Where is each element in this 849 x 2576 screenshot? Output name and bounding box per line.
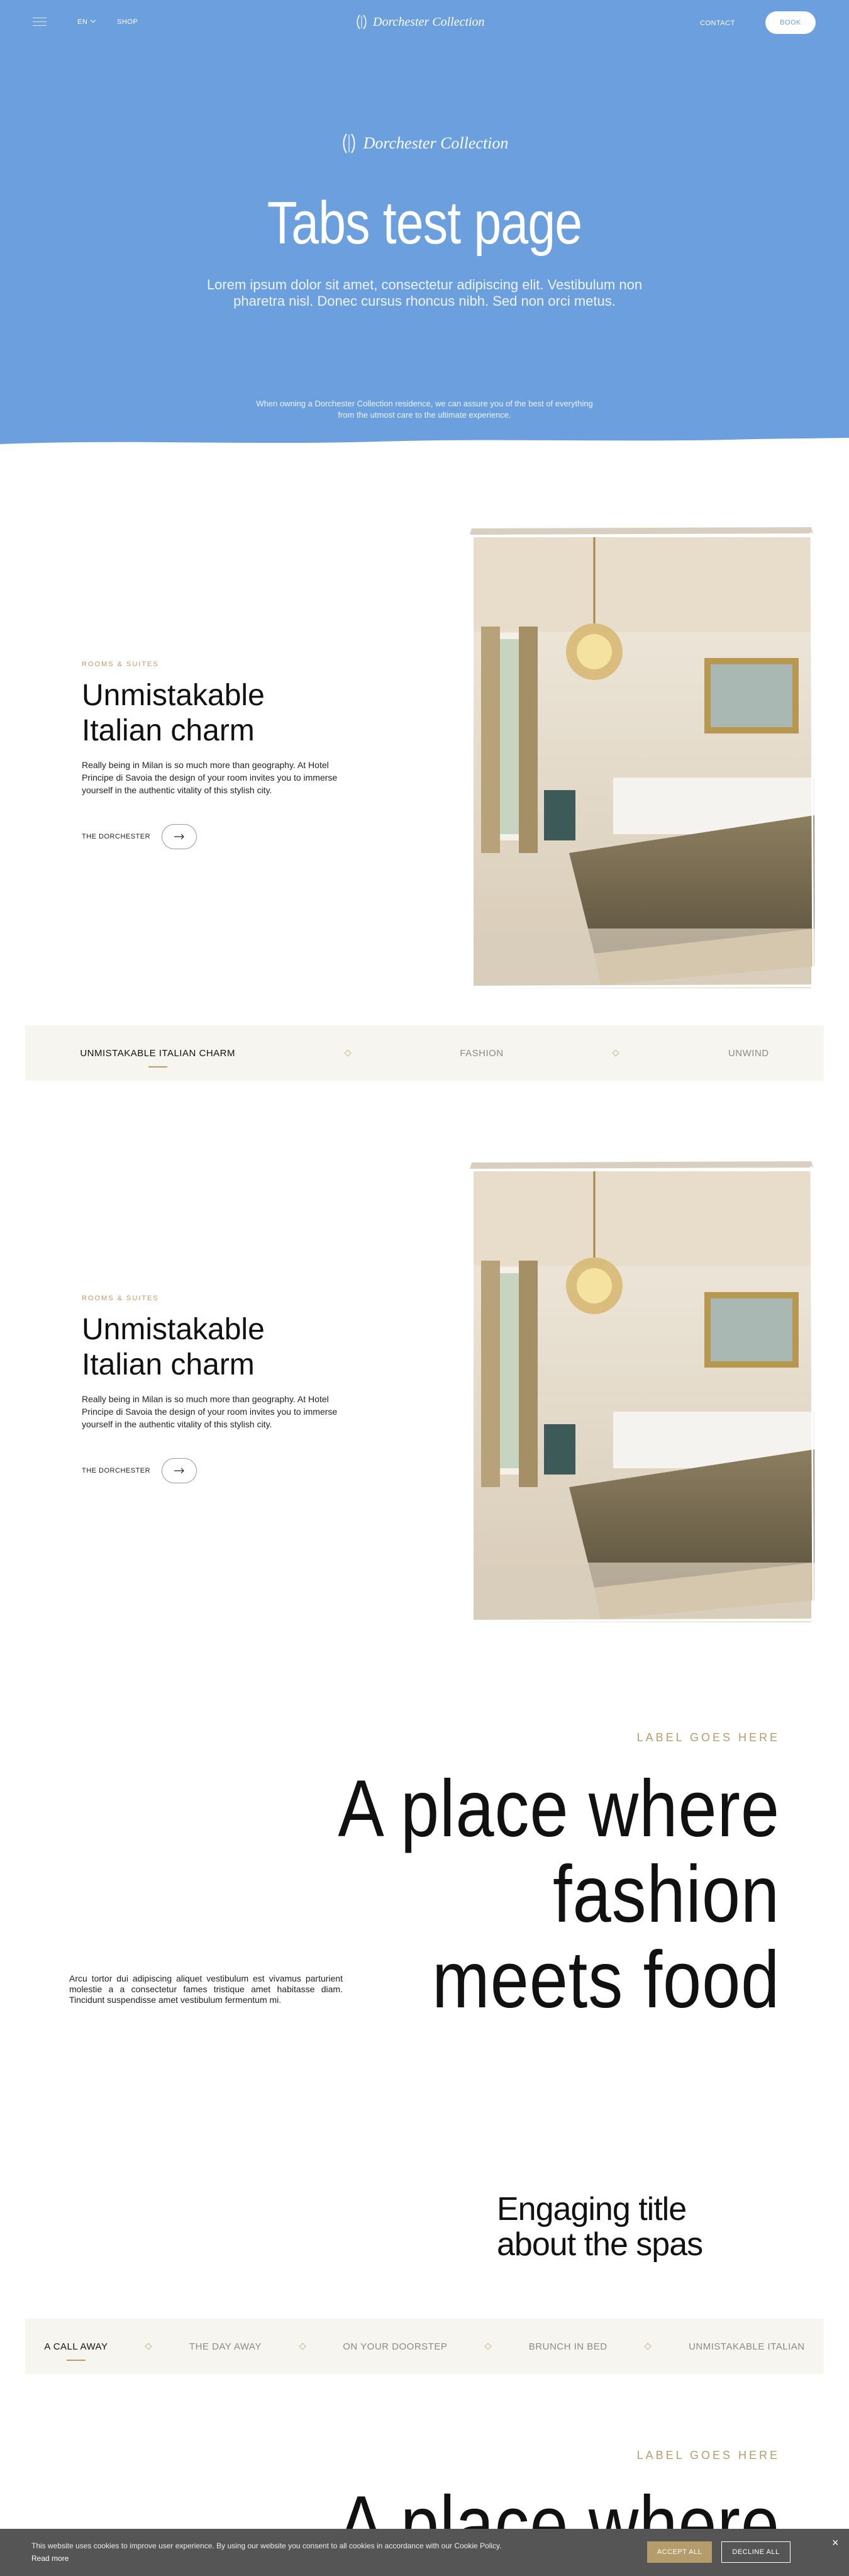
room-title-line-2: Italian charm bbox=[82, 1348, 255, 1381]
hero-brand-logo: Dorchester Collection bbox=[330, 131, 519, 156]
diamond-separator-icon bbox=[612, 1049, 619, 1057]
arrow-right-icon bbox=[174, 834, 184, 840]
room-text: Really being in Milan is so much more th… bbox=[82, 760, 338, 795]
spa-title-line-1: Engaging title bbox=[497, 2191, 687, 2228]
spa-title: Engaging title about the spas bbox=[497, 2191, 703, 2263]
tab-bar-2: A CALL AWAY THE DAY AWAY ON YOUR DOORSTE… bbox=[25, 2319, 824, 2374]
room-eyebrow: ROOMS & SUITES bbox=[82, 661, 159, 668]
tab-fashion[interactable]: FASHION bbox=[460, 1048, 503, 1059]
room-title-line-1: Unmistakable bbox=[82, 1313, 265, 1346]
chevron-down-icon bbox=[91, 17, 96, 23]
room-title-line-2: Italian charm bbox=[82, 714, 255, 747]
tab-the-day-away[interactable]: THE DAY AWAY bbox=[189, 2341, 262, 2352]
tab-unmistakable-italian[interactable]: UNMISTAKABLE ITALIAN bbox=[689, 2341, 805, 2352]
room-link[interactable]: THE DORCHESTER bbox=[82, 1458, 197, 1483]
tab-brunch-in-bed[interactable]: BRUNCH IN BED bbox=[529, 2341, 608, 2352]
room-image bbox=[469, 1160, 814, 1625]
language-label: EN bbox=[77, 18, 88, 26]
tab-unmistakable-italian-charm[interactable]: UNMISTAKABLE ITALIAN CHARM bbox=[80, 1048, 235, 1068]
room-section-1: ROOMS & SUITES Unmistakable Italian char… bbox=[0, 516, 849, 1006]
hero-note: When owning a Dorchester Collection resi… bbox=[256, 399, 593, 420]
logo-mark-icon bbox=[343, 133, 355, 153]
page-title: Tabs test page bbox=[267, 189, 582, 257]
tab-on-your-doorstep[interactable]: ON YOUR DOORSTEP bbox=[343, 2341, 447, 2352]
room-section-2: ROOMS & SUITES Unmistakable Italian char… bbox=[0, 1150, 849, 1641]
hamburger-menu-icon[interactable] bbox=[33, 18, 47, 26]
diamond-separator-icon bbox=[298, 2343, 306, 2350]
spa-title-line-2: about the spas bbox=[497, 2226, 703, 2263]
room-image bbox=[469, 526, 814, 991]
cookie-banner: This website uses cookies to improve use… bbox=[0, 2529, 849, 2576]
room-title: Unmistakable Italian charm bbox=[82, 1312, 265, 1383]
cookie-text: This website uses cookies to improve use… bbox=[31, 2541, 502, 2550]
hero-section: EN SHOP Dorchester Collection CONTACT BO… bbox=[0, 0, 849, 453]
section-label: LABEL GOES HERE bbox=[636, 1731, 780, 1744]
page: EN SHOP Dorchester Collection CONTACT BO… bbox=[0, 0, 849, 2576]
room-title-line-1: Unmistakable bbox=[82, 679, 265, 712]
room-link-label: THE DORCHESTER bbox=[82, 1467, 151, 1475]
diamond-separator-icon bbox=[484, 2343, 492, 2350]
book-button[interactable]: BOOK bbox=[765, 11, 816, 34]
read-more-link[interactable]: Read more bbox=[31, 2554, 69, 2563]
tab-bar-1: UNMISTAKABLE ITALIAN CHARM FASHION UNWIN… bbox=[25, 1025, 824, 1081]
close-icon[interactable]: × bbox=[832, 2536, 839, 2550]
brand-name: Dorchester Collection bbox=[373, 14, 485, 29]
logo-mark-icon bbox=[357, 14, 367, 30]
room-eyebrow: ROOMS & SUITES bbox=[82, 1295, 159, 1302]
contact-link[interactable]: CONTACT bbox=[700, 20, 735, 27]
fashion-text: Arcu tortor dui adipiscing aliquet vesti… bbox=[69, 1973, 343, 2005]
top-navigation: EN SHOP Dorchester Collection CONTACT BO… bbox=[0, 0, 849, 45]
decline-all-button[interactable]: DECLINE ALL bbox=[721, 2541, 791, 2563]
hero-brand-name: Dorchester Collection bbox=[363, 134, 509, 152]
fashion-title-line-2: meets food bbox=[431, 1935, 780, 2025]
tab-unwind[interactable]: UNWIND bbox=[728, 1048, 769, 1059]
tab-a-call-away[interactable]: A CALL AWAY bbox=[44, 2341, 108, 2361]
accept-all-button[interactable]: ACCEPT ALL bbox=[647, 2541, 712, 2563]
language-selector[interactable]: EN bbox=[77, 17, 96, 26]
arrow-right-button[interactable] bbox=[162, 1458, 197, 1483]
room-link-label: THE DORCHESTER bbox=[82, 833, 151, 840]
brand-logo[interactable]: Dorchester Collection bbox=[355, 13, 494, 31]
room-text: Really being in Milan is so much more th… bbox=[82, 1394, 338, 1429]
arrow-right-button[interactable] bbox=[162, 824, 197, 849]
diamond-separator-icon bbox=[343, 1049, 352, 1057]
section-label: LABEL GOES HERE bbox=[636, 2449, 780, 2462]
fashion-title-line-1: A place where fashion bbox=[338, 1764, 780, 1939]
hero-brush-edge bbox=[0, 438, 849, 453]
arrow-right-icon bbox=[174, 1468, 184, 1474]
hero-subtitle: Lorem ipsum dolor sit amet, consectetur … bbox=[206, 277, 643, 309]
diamond-separator-icon bbox=[145, 2343, 152, 2350]
room-title: Unmistakable Italian charm bbox=[82, 678, 265, 749]
diamond-separator-icon bbox=[644, 2343, 652, 2350]
bedroom-photo bbox=[469, 527, 814, 989]
bedroom-photo bbox=[469, 1161, 814, 1623]
room-link[interactable]: THE DORCHESTER bbox=[82, 824, 197, 849]
shop-link[interactable]: SHOP bbox=[117, 18, 138, 26]
